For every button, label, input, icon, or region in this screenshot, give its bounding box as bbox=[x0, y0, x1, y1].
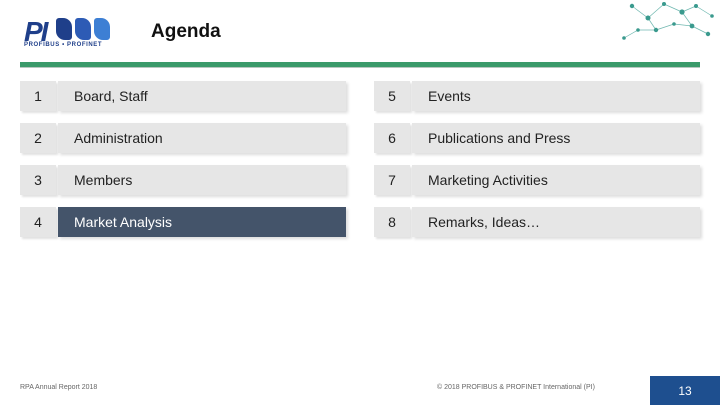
agenda-number: 4 bbox=[20, 207, 56, 237]
agenda-label: Events bbox=[412, 81, 700, 111]
agenda-number: 1 bbox=[20, 81, 56, 111]
page-title: Agenda bbox=[151, 21, 221, 42]
agenda-label: Board, Staff bbox=[58, 81, 346, 111]
footer-report-name: RPA Annual Report 2018 bbox=[20, 384, 98, 391]
agenda-label: Members bbox=[58, 165, 346, 195]
agenda-label: Marketing Activities bbox=[412, 165, 700, 195]
agenda-number: 2 bbox=[20, 123, 56, 153]
header-divider-shadow bbox=[20, 67, 700, 68]
agenda-label: Publications and Press bbox=[412, 123, 700, 153]
agenda-number: 8 bbox=[374, 207, 410, 237]
page-number-badge: 13 bbox=[650, 376, 720, 405]
network-graphic-icon bbox=[622, 2, 714, 40]
agenda-label: Administration bbox=[58, 123, 346, 153]
logo-blocks-icon bbox=[56, 18, 110, 40]
agenda-number: 5 bbox=[374, 81, 410, 111]
pi-logo: PI PROFIBUS • PROFINET bbox=[24, 16, 114, 52]
agenda-number: 6 bbox=[374, 123, 410, 153]
agenda-label: Remarks, Ideas… bbox=[412, 207, 700, 237]
logo-tagline: PROFIBUS • PROFINET bbox=[24, 42, 103, 48]
agenda-label-active: Market Analysis bbox=[58, 207, 346, 237]
footer-copyright: © 2018 PROFIBUS & PROFINET International… bbox=[437, 384, 595, 391]
agenda-number: 3 bbox=[20, 165, 56, 195]
agenda-number: 7 bbox=[374, 165, 410, 195]
